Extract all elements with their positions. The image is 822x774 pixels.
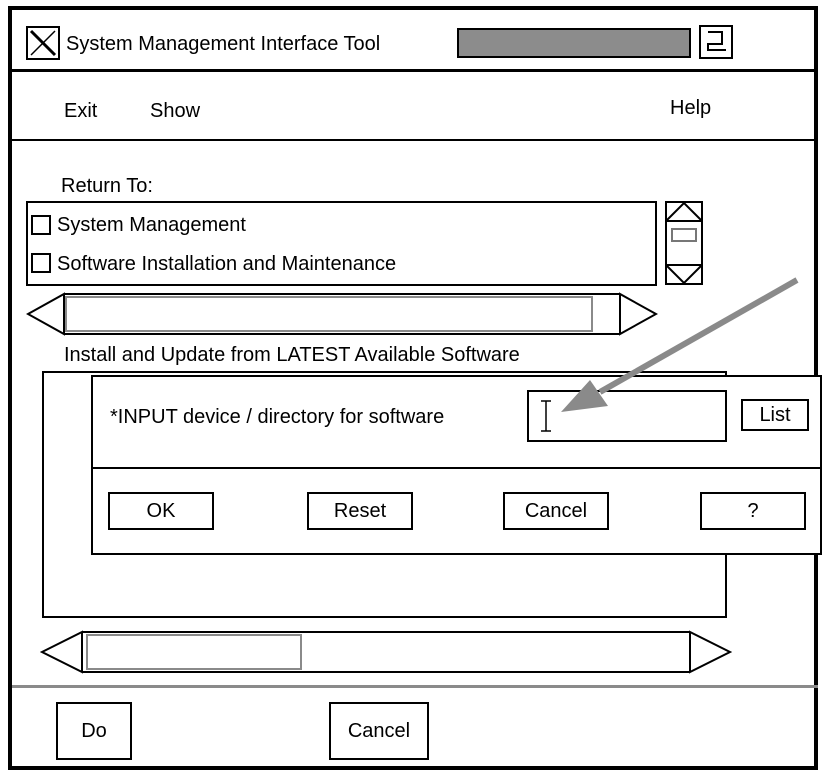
- input-field-label: *INPUT device / directory for software: [110, 406, 445, 428]
- window-title: System Management Interface Tool: [66, 33, 381, 55]
- maximize-icon[interactable]: [698, 24, 736, 62]
- menu-show[interactable]: Show: [150, 99, 200, 123]
- list-horizontal-scrollbar[interactable]: [25, 292, 659, 336]
- title-progress-bar: [457, 28, 691, 58]
- install-heading: Install and Update from LATEST Available…: [64, 344, 520, 366]
- menu-help[interactable]: Help: [670, 96, 711, 120]
- dialog-help-button[interactable]: ?: [700, 492, 806, 530]
- return-to-item-system-management[interactable]: System Management: [57, 213, 246, 237]
- list-button[interactable]: List: [741, 399, 809, 431]
- input-dialog-divider: [93, 467, 822, 469]
- vertical-scrollbar[interactable]: [665, 201, 703, 285]
- window-menu-icon[interactable]: [26, 26, 60, 60]
- dialog-cancel-button[interactable]: Cancel: [503, 492, 609, 530]
- do-button[interactable]: Do: [56, 702, 132, 760]
- footer-divider: [12, 685, 818, 688]
- return-to-item-software-installation[interactable]: Software Installation and Maintenance: [57, 252, 396, 276]
- text-cursor-icon: [541, 400, 551, 432]
- return-to-label: Return To:: [61, 175, 153, 197]
- footer-cancel-button[interactable]: Cancel: [329, 702, 429, 760]
- panel-horizontal-scrollbar[interactable]: [39, 630, 733, 674]
- reset-button[interactable]: Reset: [307, 492, 413, 530]
- input-device-field[interactable]: [527, 390, 727, 442]
- return-to-checkbox-system-management[interactable]: [31, 215, 51, 235]
- menu-exit[interactable]: Exit: [64, 99, 97, 123]
- ok-button[interactable]: OK: [108, 492, 214, 530]
- menubar-divider: [12, 139, 814, 141]
- return-to-checkbox-software-installation[interactable]: [31, 253, 51, 273]
